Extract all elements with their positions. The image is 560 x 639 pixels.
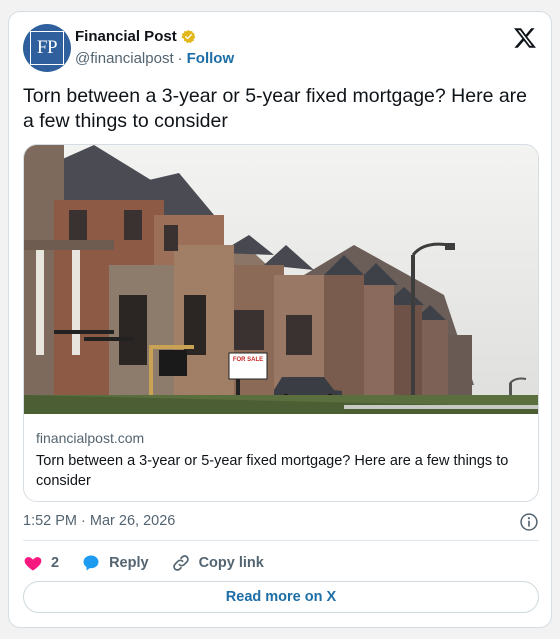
- link-domain: financialpost.com: [36, 430, 145, 446]
- link-preview-image[interactable]: FOR SALE: [24, 145, 539, 414]
- avatar-logo: FP: [30, 31, 64, 65]
- tweet-embed-card: FP Financial Post @financialpost · Follo…: [8, 11, 552, 628]
- tweet-text: Torn between a 3-year or 5-year fixed mo…: [23, 85, 528, 132]
- like-count: 2: [51, 555, 60, 571]
- avatar[interactable]: FP: [23, 24, 71, 72]
- reply-label: Reply: [109, 555, 149, 571]
- tweet-meta-row: 1:52 PM · Mar 26, 2026: [23, 512, 539, 532]
- link-icon: [172, 555, 189, 571]
- copy-link-button[interactable]: Copy link: [171, 553, 264, 573]
- author-name-row: Financial Post: [75, 28, 196, 45]
- author-name[interactable]: Financial Post: [75, 28, 177, 45]
- divider: [23, 540, 539, 541]
- read-more-button[interactable]: Read more on X: [23, 581, 539, 613]
- link-title: Torn between a 3-year or 5-year fixed mo…: [36, 453, 509, 489]
- author-handle-row: @financialpost · Follow: [75, 50, 234, 67]
- link-preview-card[interactable]: FOR SALE financialpost.com Torn between …: [23, 144, 539, 502]
- info-icon[interactable]: [519, 512, 539, 532]
- timestamp[interactable]: 1:52 PM · Mar 26, 2026: [23, 513, 175, 529]
- verified-badge-icon: [181, 29, 196, 44]
- reply-button[interactable]: Reply: [81, 553, 149, 573]
- for-sale-sign-text: FOR SALE: [233, 357, 263, 363]
- like-button[interactable]: 2: [23, 553, 59, 573]
- follow-button[interactable]: Follow: [187, 50, 235, 67]
- action-bar: 2 Reply Copy link: [23, 551, 286, 575]
- separator-dot: ·: [177, 50, 183, 67]
- heart-icon: [24, 557, 42, 571]
- copy-link-label: Copy link: [198, 555, 264, 571]
- author-handle[interactable]: @financialpost: [75, 50, 174, 67]
- reply-bubble-icon: [83, 555, 99, 571]
- x-logo-icon[interactable]: [513, 26, 537, 50]
